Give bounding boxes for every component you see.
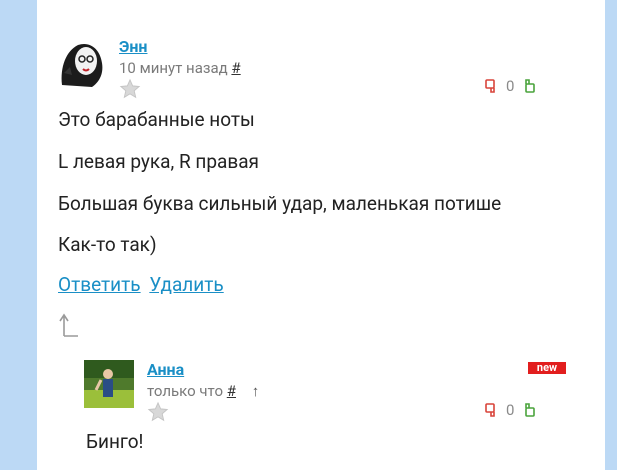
reply-votes: 0 bbox=[484, 401, 536, 419]
comment-text-line: Как-то так) bbox=[58, 233, 157, 256]
rating-value: 0 bbox=[506, 401, 515, 419]
thumb-up-icon[interactable] bbox=[520, 402, 536, 418]
comment-text-line: Это барабанные ноты bbox=[58, 108, 255, 131]
thumb-down-icon[interactable] bbox=[484, 78, 500, 94]
comment-author-link[interactable]: Энн bbox=[119, 37, 147, 56]
comment-time: 10 минут назад bbox=[119, 59, 228, 77]
star-icon[interactable] bbox=[119, 78, 141, 100]
avatar-enn[interactable] bbox=[56, 37, 108, 89]
delete-link[interactable]: Удалить bbox=[149, 273, 223, 296]
avatar-anna[interactable] bbox=[84, 360, 134, 408]
rating-value: 0 bbox=[506, 77, 515, 95]
reply-meta: только что # ↑ bbox=[147, 382, 259, 400]
reply-permalink[interactable]: # bbox=[227, 382, 236, 400]
comment-votes: 0 bbox=[484, 77, 536, 95]
collapse-up-arrow-icon[interactable] bbox=[58, 312, 80, 338]
reply-author-link[interactable]: Анна bbox=[147, 360, 184, 379]
comment-permalink[interactable]: # bbox=[231, 59, 240, 77]
reply-link[interactable]: Ответить bbox=[58, 273, 141, 296]
thumb-down-icon[interactable] bbox=[484, 402, 500, 418]
thumb-up-icon[interactable] bbox=[520, 78, 536, 94]
comment-text-line: L левая рука, R правая bbox=[58, 150, 259, 173]
reply-time: только что bbox=[147, 382, 224, 400]
star-icon[interactable] bbox=[147, 401, 169, 423]
new-badge: new bbox=[528, 362, 566, 374]
comment-text-line: Большая буква сильный удар, маленькая по… bbox=[58, 192, 502, 215]
reply-text: Бинго! bbox=[86, 430, 144, 453]
parent-arrow-icon[interactable]: ↑ bbox=[252, 382, 260, 400]
comment-meta: 10 минут назад # bbox=[119, 59, 241, 77]
comment-actions: Ответить Удалить bbox=[58, 273, 228, 296]
